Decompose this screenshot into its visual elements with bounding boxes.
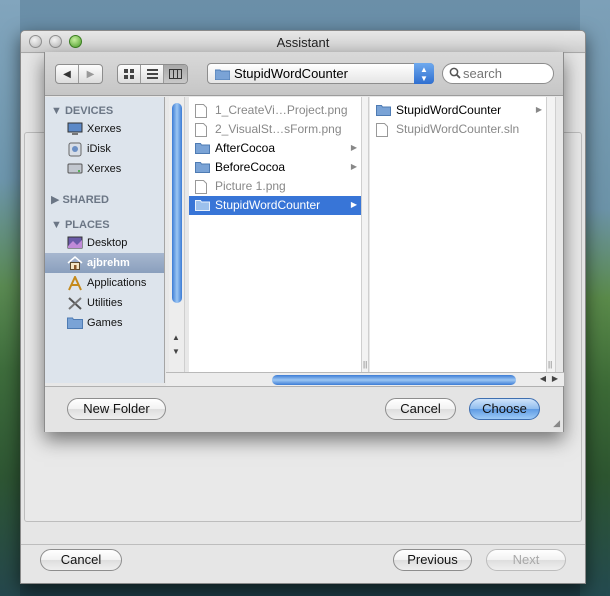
column-scrollbar[interactable]: ▲ ▼: [169, 97, 185, 383]
applications-icon: [67, 274, 83, 294]
icon-view-icon: [123, 68, 134, 79]
previous-button[interactable]: Previous: [393, 549, 472, 571]
choose-button[interactable]: Choose: [469, 398, 540, 420]
sidebar: ▼ DEVICES Xerxes iDisk Xerxes ▶ SHARED ▼…: [45, 97, 165, 383]
list-item[interactable]: 1_CreateVi…Project.png: [189, 101, 361, 120]
sheet-cancel-button[interactable]: Cancel: [385, 398, 456, 420]
list-view-icon: [146, 69, 158, 79]
sidebar-item-games[interactable]: Games: [45, 313, 164, 333]
computer-icon: [67, 122, 83, 139]
sheet-footer: New Folder Cancel Choose ◢: [45, 386, 563, 432]
list-item[interactable]: StupidWordCounter.sln: [370, 120, 546, 139]
sidebar-item-label: Applications: [87, 277, 147, 289]
sidebar-item-label: Desktop: [87, 237, 128, 249]
folder-icon: [195, 161, 210, 176]
folder-icon: [376, 104, 391, 119]
disclosure-arrow-icon: ▶: [350, 162, 357, 171]
sidebar-item-ajbrehm[interactable]: ajbrehm: [45, 253, 164, 273]
column-view-button[interactable]: [164, 65, 187, 83]
utilities-icon: [67, 296, 83, 314]
location-popup-label: StupidWordCounter: [234, 66, 348, 81]
browser-column-2: StupidWordCounter ▶ StupidWordCounter.sl…: [370, 97, 546, 373]
folder-icon: [214, 68, 231, 83]
folder-icon: [67, 316, 83, 332]
popup-arrows-icon: ▲ ▼: [414, 63, 434, 84]
scroll-left-arrow-icon[interactable]: ◀: [540, 374, 546, 383]
list-item[interactable]: StupidWordCounter ▶: [370, 101, 546, 120]
icon-view-button[interactable]: [118, 65, 141, 83]
list-view-button[interactable]: [141, 65, 164, 83]
list-item[interactable]: AfterCocoa ▶: [189, 139, 361, 158]
resize-grip-icon: ||: [363, 360, 368, 369]
sidebar-item-label: Games: [87, 317, 123, 329]
location-popup[interactable]: StupidWordCounter ▲ ▼: [207, 63, 434, 84]
places-section-header[interactable]: ▼ PLACES: [51, 219, 110, 231]
list-item[interactable]: 2_VisualSt…sForm.png: [189, 120, 361, 139]
document-icon: [195, 180, 207, 197]
sidebar-item-utilities[interactable]: Utilities: [45, 293, 164, 313]
resize-corner-icon[interactable]: ◢: [553, 418, 560, 429]
column-resize-handle[interactable]: ||: [361, 97, 369, 373]
sidebar-item-xerxes[interactable]: Xerxes: [45, 119, 164, 139]
column-resize-handle[interactable]: ||: [546, 97, 556, 373]
sidebar-item-label: Utilities: [87, 297, 123, 309]
open-sheet: ◀ ▶ StupidWordCounter ▲ ▼ search ▼ DEVIC…: [44, 52, 564, 432]
disclosure-arrow-icon: ▶: [350, 200, 357, 209]
sidebar-item-xerxes-disk[interactable]: Xerxes: [45, 159, 164, 179]
horizontal-scroll-thumb[interactable]: [272, 375, 516, 385]
list-item[interactable]: BeforeCocoa ▶: [189, 158, 361, 177]
resize-grip-icon: ||: [548, 360, 553, 369]
horizontal-scrollbar[interactable]: ◀ ▶: [166, 372, 564, 386]
footer-divider: [21, 544, 585, 545]
folder-icon: [195, 199, 210, 214]
list-item-selected[interactable]: StupidWordCounter ▶: [189, 196, 361, 215]
search-field[interactable]: [442, 63, 554, 84]
document-icon: [376, 123, 388, 140]
document-icon: [195, 104, 207, 121]
devices-section-header[interactable]: ▼ DEVICES: [51, 105, 113, 117]
new-folder-button[interactable]: New Folder: [67, 398, 166, 420]
sidebar-item-label: ajbrehm: [87, 257, 130, 269]
sidebar-item-idisk[interactable]: iDisk: [45, 139, 164, 159]
sidebar-item-label: Xerxes: [87, 163, 122, 175]
vertical-scroll-thumb[interactable]: [172, 103, 182, 303]
desktop-background-left: [0, 0, 20, 596]
column-view-icon: [169, 69, 182, 79]
title-bar[interactable]: Assistant: [21, 31, 585, 53]
scroll-right-arrow-icon[interactable]: ▶: [552, 374, 558, 383]
list-item[interactable]: Picture 1.png: [189, 177, 361, 196]
browser-column-1: 1_CreateVi…Project.png 2_VisualSt…sForm.…: [189, 97, 361, 373]
folder-icon: [195, 142, 210, 157]
cancel-button[interactable]: Cancel: [40, 549, 122, 571]
idisk-icon: [67, 142, 83, 160]
home-icon: [67, 256, 83, 273]
shared-section-header[interactable]: ▶ SHARED: [51, 193, 109, 206]
sidebar-item-label: Xerxes: [87, 123, 122, 135]
disclosure-arrow-icon: ▶: [535, 105, 542, 114]
disclosure-arrow-icon: ▶: [350, 143, 357, 152]
sidebar-item-label: iDisk: [87, 143, 111, 155]
document-icon: [195, 123, 207, 140]
window-title: Assistant: [276, 35, 330, 50]
sidebar-item-desktop[interactable]: Desktop: [45, 233, 164, 253]
forward-button[interactable]: ▶: [79, 65, 102, 83]
search-input[interactable]: [463, 66, 549, 81]
back-button[interactable]: ◀: [56, 65, 79, 83]
hard-disk-icon: [67, 162, 83, 178]
sheet-toolbar: ◀ ▶ StupidWordCounter ▲ ▼: [45, 52, 563, 96]
desktop-icon: [67, 236, 83, 252]
scroll-up-arrow-icon[interactable]: ▲: [172, 333, 180, 342]
back-forward-control: ◀ ▶: [55, 64, 103, 84]
view-mode-control: [117, 64, 188, 84]
sidebar-item-applications[interactable]: Applications: [45, 273, 164, 293]
scroll-down-arrow-icon[interactable]: ▼: [172, 347, 180, 356]
next-button[interactable]: Next: [486, 549, 566, 571]
search-icon: [449, 67, 461, 82]
